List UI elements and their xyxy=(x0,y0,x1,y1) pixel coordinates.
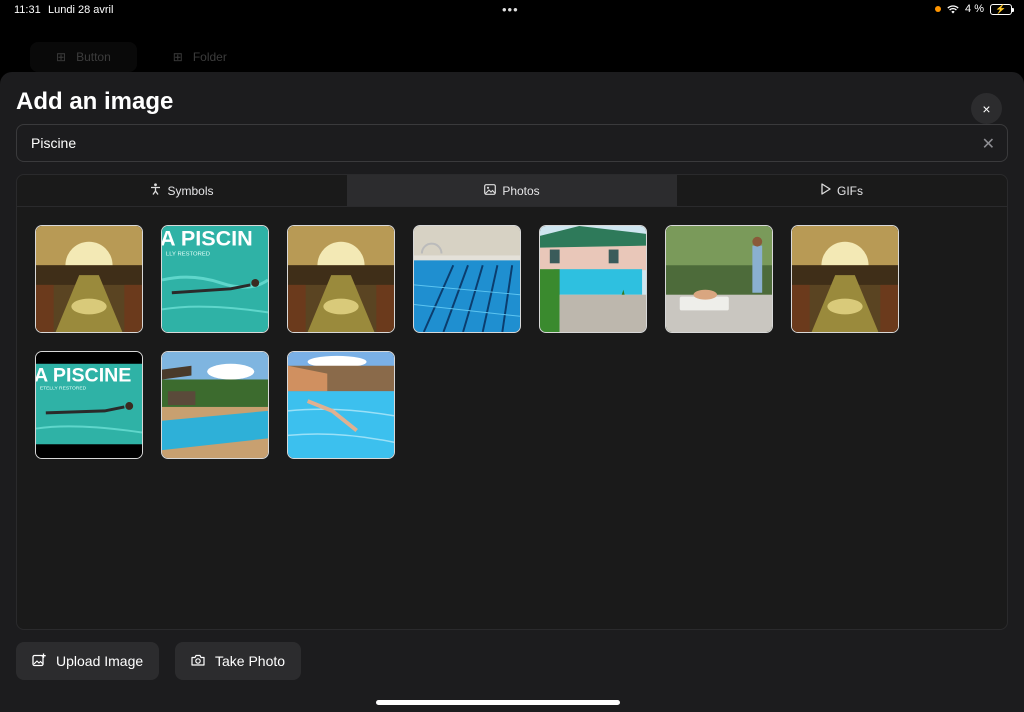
battery-percent: 4 % xyxy=(965,3,984,15)
status-date: Lundi 28 avril xyxy=(48,4,114,16)
tab-gifs[interactable]: GIFs xyxy=(677,175,1007,206)
svg-text:LLY RESTORED: LLY RESTORED xyxy=(166,251,210,257)
search-field[interactable]: ✕ xyxy=(16,124,1008,162)
result-image-resort-pool[interactable] xyxy=(161,351,269,459)
take-photo-button[interactable]: Take Photo xyxy=(175,642,302,680)
status-time: 11:31 xyxy=(14,4,41,16)
play-icon xyxy=(821,183,831,198)
tab-photos[interactable]: Photos xyxy=(347,175,677,206)
home-indicator[interactable] xyxy=(376,700,620,705)
wifi-icon xyxy=(947,4,959,14)
result-image-swimmer-magazine-letterbox[interactable]: A PISCINE ETELLY RESTORED xyxy=(35,351,143,459)
add-image-sheet: Add an image × ✕ Symbols Photos xyxy=(0,72,1024,712)
result-image-diver-pool[interactable] xyxy=(287,351,395,459)
status-bar: 11:31 Lundi 28 avril ••• 4 % ⚡ xyxy=(0,0,1024,22)
camera-icon xyxy=(191,653,205,669)
results-panel: Symbols Photos GIFs A PISCIN LLY RESTORE… xyxy=(16,174,1008,630)
result-image-indoor-pool-hall[interactable] xyxy=(791,225,899,333)
upload-photo-icon xyxy=(32,653,46,670)
svg-text:ETELLY RESTORED: ETELLY RESTORED xyxy=(40,385,87,391)
result-image-lap-pool[interactable] xyxy=(413,225,521,333)
result-image-garden-lounge[interactable] xyxy=(665,225,773,333)
photo-icon xyxy=(484,183,497,198)
tab-symbols[interactable]: Symbols xyxy=(17,175,347,206)
result-image-villa-pool[interactable] xyxy=(539,225,647,333)
mic-indicator-icon xyxy=(935,6,942,12)
multitasking-dots[interactable]: ••• xyxy=(502,2,519,17)
status-right: 4 % ⚡ xyxy=(935,3,1014,15)
result-image-indoor-pool-hall[interactable] xyxy=(287,225,395,333)
background-folder: ⊞ Folder xyxy=(172,50,227,64)
result-image-indoor-pool-hall[interactable] xyxy=(35,225,143,333)
background-button: ⊞ Button xyxy=(30,42,137,72)
folder-add-icon: ⊞ xyxy=(172,50,183,64)
svg-text:A PISCINE: A PISCINE xyxy=(36,364,131,386)
search-input[interactable] xyxy=(31,125,971,161)
svg-text:A PISCIN: A PISCIN xyxy=(162,226,253,251)
segmented-tabs: Symbols Photos GIFs xyxy=(17,175,1007,207)
figure-icon xyxy=(150,183,161,198)
sheet-title: Add an image xyxy=(16,88,174,115)
clear-search-icon[interactable]: ✕ xyxy=(982,134,995,154)
close-icon: × xyxy=(982,100,991,117)
battery-icon: ⚡ xyxy=(990,3,1014,15)
close-button[interactable]: × xyxy=(971,93,1002,124)
add-comment-icon: ⊞ xyxy=(56,50,67,64)
result-image-swimmer-magazine[interactable]: A PISCIN LLY RESTORED xyxy=(161,225,269,333)
upload-image-button[interactable]: Upload Image xyxy=(16,642,160,680)
background-toolbar: ⊞ Button ⊞ Folder xyxy=(30,42,253,72)
